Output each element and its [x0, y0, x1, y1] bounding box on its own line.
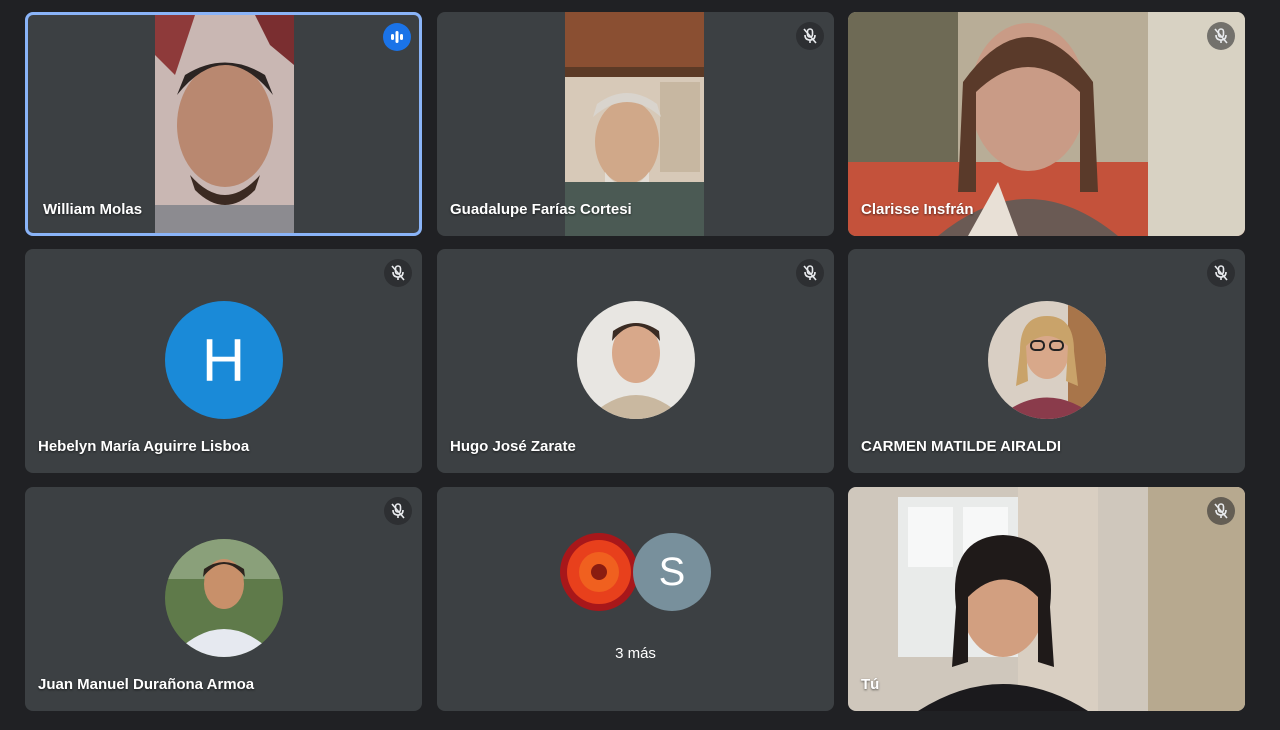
participant-tile-hebelyn-maria-aguirre-lisboa[interactable]: H Hebelyn María Aguirre Lisboa [25, 249, 422, 473]
participant-tile-guadalupe-farias-cortesi[interactable]: Guadalupe Farías Cortesi [437, 12, 834, 236]
muted-mic-icon [384, 497, 412, 525]
participant-name: Tú [861, 676, 880, 693]
participant-tile-juan-manuel-duranona-armoa[interactable]: Juan Manuel Durañona Armoa [25, 487, 422, 711]
participant-name: Hebelyn María Aguirre Lisboa [38, 438, 250, 455]
muted-mic-icon [1207, 497, 1235, 525]
participant-name: Clarisse Insfrán [861, 201, 974, 218]
participant-avatar: H [164, 301, 283, 419]
muted-mic-icon [1207, 259, 1235, 287]
participant-name: CARMEN MATILDE AIRALDI [861, 438, 1061, 455]
participant-name: William Molas [43, 201, 143, 218]
participant-avatar: S [633, 533, 711, 611]
more-participants-label: 3 más [615, 645, 656, 662]
participant-avatar [164, 539, 283, 657]
participant-name: Hugo José Zarate [450, 438, 576, 455]
muted-mic-icon [796, 22, 824, 50]
muted-mic-icon [796, 259, 824, 287]
participant-tile-carmen-matilde-airaldi[interactable]: CARMEN MATILDE AIRALDI [848, 249, 1245, 473]
participant-tile-william-molas[interactable]: William Molas [25, 12, 422, 236]
others-tile[interactable]: S 3 más [437, 487, 834, 711]
participant-tile-self[interactable]: Tú [848, 487, 1245, 711]
participant-tile-clarisse-insfran[interactable]: Clarisse Insfrán [848, 12, 1245, 236]
participant-video [155, 15, 294, 233]
participant-tile-hugo-jose-zarate[interactable]: Hugo José Zarate [437, 249, 834, 473]
participant-video [848, 487, 1245, 711]
participant-name: Guadalupe Farías Cortesi [450, 201, 632, 218]
speaking-indicator-icon [383, 23, 411, 51]
participant-name: Juan Manuel Durañona Armoa [38, 676, 255, 693]
muted-mic-icon [384, 259, 412, 287]
muted-mic-icon [1207, 22, 1235, 50]
participant-avatar [576, 301, 695, 419]
participant-avatar [987, 301, 1106, 419]
participant-avatar [560, 533, 638, 611]
